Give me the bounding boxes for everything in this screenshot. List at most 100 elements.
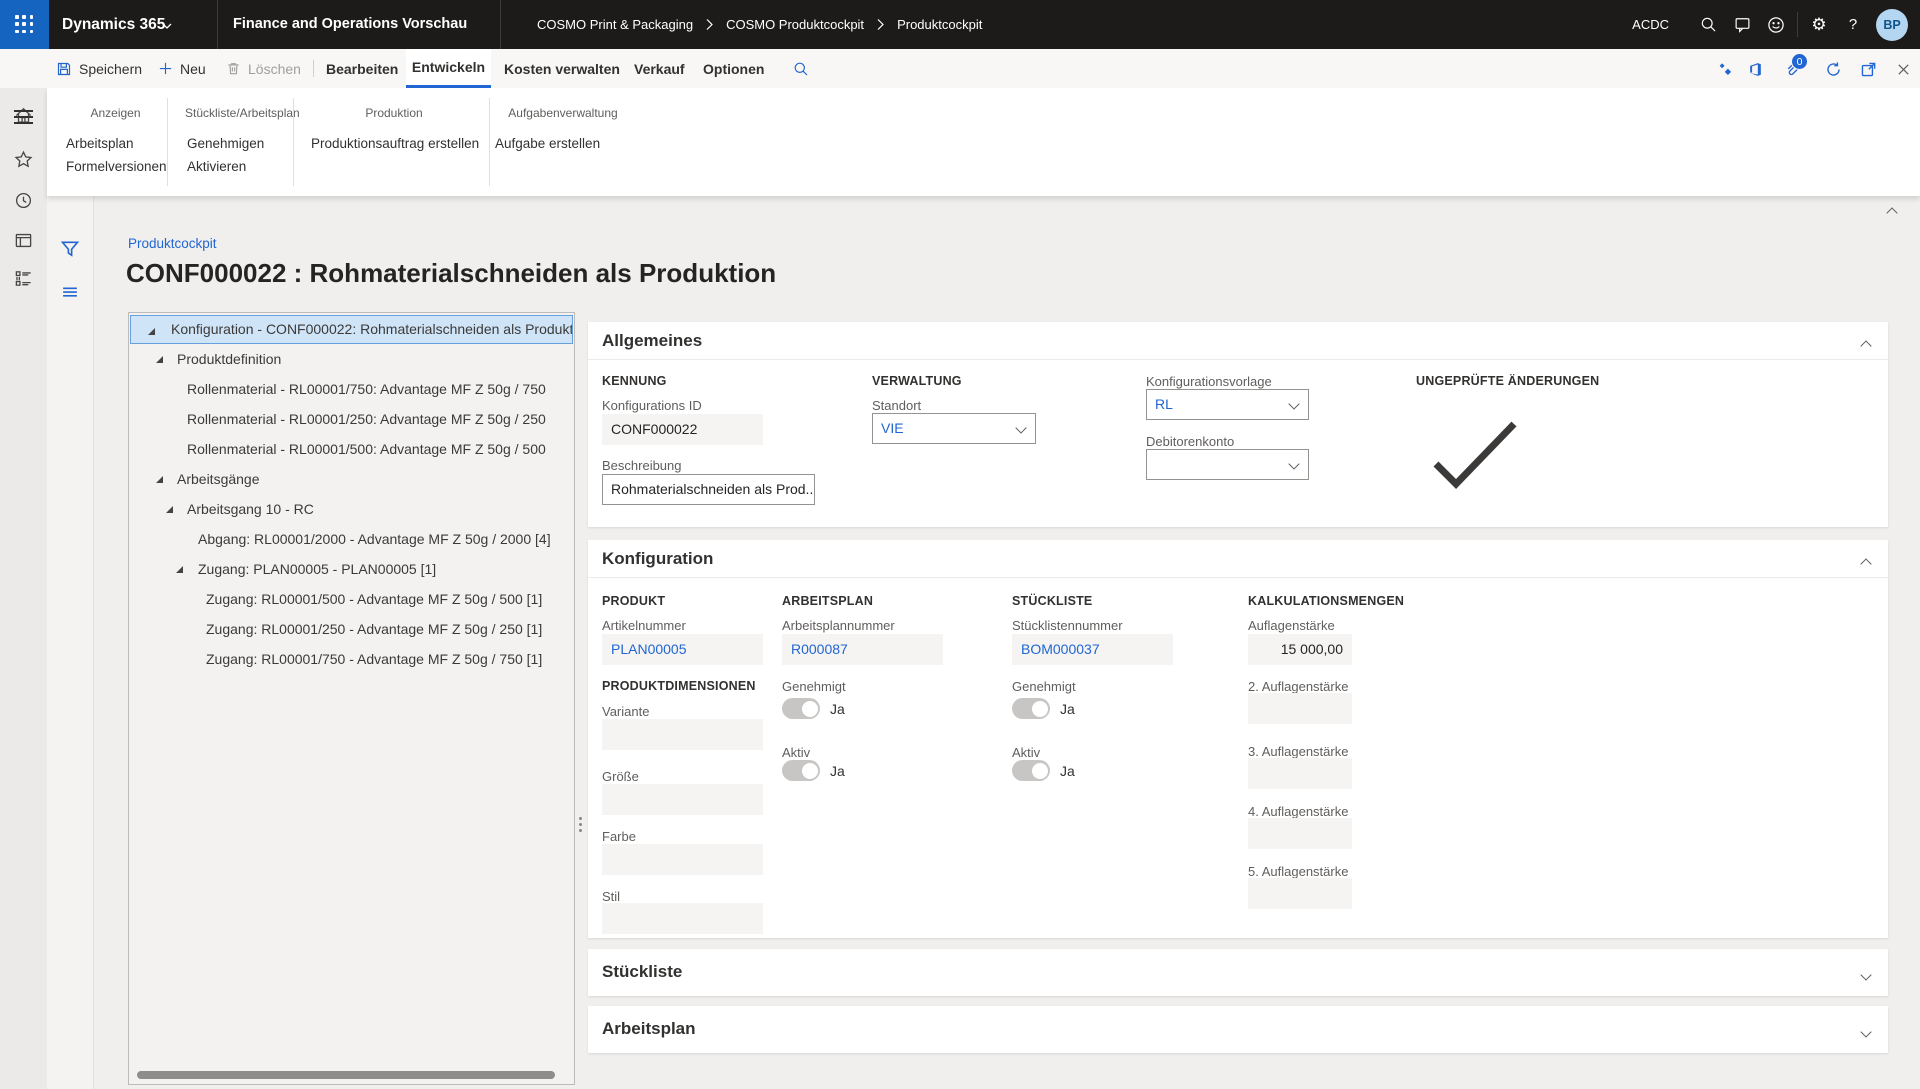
breadcrumb-module[interactable]: COSMO Produktcockpit [726, 17, 864, 32]
tab-optionen[interactable]: Optionen [703, 49, 764, 88]
tree-caret-icon[interactable] [166, 506, 173, 513]
tree-item-zugang-250[interactable]: Zugang: RL00001/250 - Advantage MF Z 50g… [129, 614, 574, 644]
actionbar-search-icon[interactable] [793, 49, 809, 88]
tab-entwickeln[interactable]: Entwickeln [406, 49, 491, 88]
open-in-new-window-icon[interactable] [1858, 59, 1878, 79]
close-icon[interactable] [1893, 59, 1913, 79]
group-header-produktdimensionen: PRODUKTDIMENSIONEN [602, 679, 756, 693]
ribbon-item-produktionsauftrag-erstellen[interactable]: Produktionsauftrag erstellen [311, 136, 479, 151]
tree-item-rollenmaterial-750[interactable]: Rollenmaterial - RL00001/750: Advantage … [129, 374, 574, 404]
collapse-section-chevron[interactable] [1862, 337, 1870, 355]
delete-button[interactable]: Löschen [226, 49, 301, 88]
office-icon[interactable] [1745, 59, 1765, 79]
filter-funnel-icon[interactable] [60, 239, 81, 260]
tree-item-zugang-750[interactable]: Zugang: RL00001/750 - Advantage MF Z 50g… [129, 644, 574, 674]
auflagenstaerke-field[interactable]: 15 000,00 [1248, 634, 1352, 665]
ribbon-item-aktivieren[interactable]: Aktivieren [187, 159, 246, 174]
favorites-star-icon[interactable] [13, 149, 34, 170]
breadcrumb-company[interactable]: COSMO Print & Packaging [537, 17, 693, 32]
chevron-right-icon [876, 18, 885, 31]
konfigurations-id-field[interactable]: CONF000022 [602, 414, 763, 445]
ribbon-group-produktion: Produktion Produktionsauftrag erstellen [309, 88, 479, 196]
tree-item-rollenmaterial-500[interactable]: Rollenmaterial - RL00001/500: Advantage … [129, 434, 574, 464]
recent-clock-icon[interactable] [13, 190, 34, 211]
section-header-arbeitsplan[interactable]: Arbeitsplan [602, 1019, 696, 1039]
tree-item-konfiguration[interactable]: Konfiguration - CONF000022: Rohmaterials… [130, 315, 573, 344]
app-launcher-button[interactable] [0, 0, 49, 49]
search-icon[interactable] [1691, 0, 1725, 49]
section-header-stueckliste[interactable]: Stückliste [602, 962, 682, 982]
tab-bearbeiten[interactable]: Bearbeiten [326, 49, 398, 88]
auflagenstaerke2-field[interactable] [1248, 693, 1352, 724]
tree-item-zugang-500[interactable]: Zugang: RL00001/500 - Advantage MF Z 50g… [129, 584, 574, 614]
stueckliste-aktiv-toggle[interactable] [1012, 760, 1050, 781]
tree-caret-icon[interactable] [148, 328, 155, 335]
nav-hamburger-icon[interactable] [14, 110, 33, 125]
tree-item-arbeitsgaenge[interactable]: Arbeitsgänge [129, 464, 574, 494]
tree-item-rollenmaterial-250[interactable]: Rollenmaterial - RL00001/250: Advantage … [129, 404, 574, 434]
ribbon-item-formelversionen[interactable]: Formelversionen [66, 159, 167, 174]
user-avatar[interactable]: BP [1876, 9, 1908, 41]
tree-caret-icon[interactable] [176, 566, 183, 573]
environment-badge[interactable]: ACDC [1632, 17, 1669, 32]
expand-section-chevron[interactable] [1862, 966, 1870, 984]
refresh-icon[interactable] [1823, 59, 1843, 79]
breadcrumb-page[interactable]: Produktcockpit [897, 17, 982, 32]
chevron-down-icon [162, 21, 172, 31]
group-header-produkt: PRODUKT [602, 594, 665, 608]
field-label: Standort [872, 398, 921, 413]
stueckliste-genehmigt-toggle[interactable] [1012, 698, 1050, 719]
collapse-ribbon-chevron[interactable] [1888, 204, 1908, 218]
feedback-icon[interactable] [1725, 0, 1759, 49]
settings-gear-icon[interactable]: ⚙ [1802, 0, 1836, 49]
pane-lines-icon[interactable] [60, 282, 81, 303]
attachments-paperclip-icon[interactable]: 0 [1782, 59, 1802, 79]
auflagenstaerke4-field[interactable] [1248, 818, 1352, 849]
tree-item-abgang-2000[interactable]: Abgang: RL00001/2000 - Advantage MF Z 50… [129, 524, 574, 554]
left-nav-rail [0, 88, 47, 1089]
insights-sparkle-icon[interactable] [1715, 59, 1735, 79]
app-name-link[interactable]: Finance and Operations Vorschau [233, 0, 467, 49]
section-header-konfiguration[interactable]: Konfiguration [602, 549, 713, 569]
ribbon-item-aufgabe-erstellen[interactable]: Aufgabe erstellen [495, 136, 600, 151]
dynamics365-menu[interactable]: Dynamics 365 [62, 0, 165, 49]
workspaces-icon[interactable] [13, 230, 34, 251]
standort-dropdown[interactable]: VIE [872, 413, 1036, 444]
variante-field[interactable] [602, 719, 763, 750]
pane-splitter[interactable] [576, 312, 585, 1089]
beschreibung-input[interactable]: Rohmaterialschneiden als Prod... [602, 474, 815, 505]
tab-kosten-verwalten[interactable]: Kosten verwalten [504, 49, 620, 88]
arbeitsplannummer-link-field[interactable]: R000087 [782, 634, 943, 665]
tree-horizontal-scrollbar[interactable] [137, 1071, 555, 1079]
arbeitsplan-aktiv-toggle[interactable] [782, 760, 820, 781]
tree-caret-icon[interactable] [156, 476, 163, 483]
tab-verkauf[interactable]: Verkauf [634, 49, 685, 88]
save-button[interactable]: Speichern [56, 49, 142, 88]
debitorenkonto-dropdown[interactable] [1146, 449, 1309, 480]
tree-item-arbeitsgang-10[interactable]: Arbeitsgang 10 - RC [129, 494, 574, 524]
arbeitsplan-genehmigt-toggle[interactable] [782, 698, 820, 719]
expand-section-chevron[interactable] [1862, 1023, 1870, 1041]
farbe-field[interactable] [602, 844, 763, 875]
help-icon[interactable]: ? [1836, 0, 1870, 49]
group-header-arbeitsplan: ARBEITSPLAN [782, 594, 873, 608]
waffle-icon [15, 15, 34, 34]
ribbon-item-genehmigen[interactable]: Genehmigen [187, 136, 264, 151]
auflagenstaerke5-field[interactable] [1248, 878, 1352, 909]
tree-caret-icon[interactable] [156, 356, 163, 363]
tree-item-zugang-plan00005[interactable]: Zugang: PLAN00005 - PLAN00005 [1] [129, 554, 574, 584]
groesse-field[interactable] [602, 784, 763, 815]
ribbon-item-arbeitsplan[interactable]: Arbeitsplan [66, 136, 134, 151]
modules-list-icon[interactable] [13, 268, 34, 289]
collapse-section-chevron[interactable] [1862, 555, 1870, 573]
new-button[interactable]: Neu [158, 49, 206, 88]
page-breadcrumb-link[interactable]: Produktcockpit [128, 236, 217, 251]
auflagenstaerke3-field[interactable] [1248, 758, 1352, 789]
stuecklistennummer-link-field[interactable]: BOM000037 [1012, 634, 1173, 665]
tree-item-produktdefinition[interactable]: Produktdefinition [129, 344, 574, 374]
section-header-allgemeines[interactable]: Allgemeines [602, 331, 702, 351]
stil-field[interactable] [602, 903, 763, 934]
smiley-feedback-icon[interactable] [1759, 0, 1793, 49]
konfigurationsvorlage-dropdown[interactable]: RL [1146, 389, 1309, 420]
artikelnummer-link-field[interactable]: PLAN00005 [602, 634, 763, 665]
